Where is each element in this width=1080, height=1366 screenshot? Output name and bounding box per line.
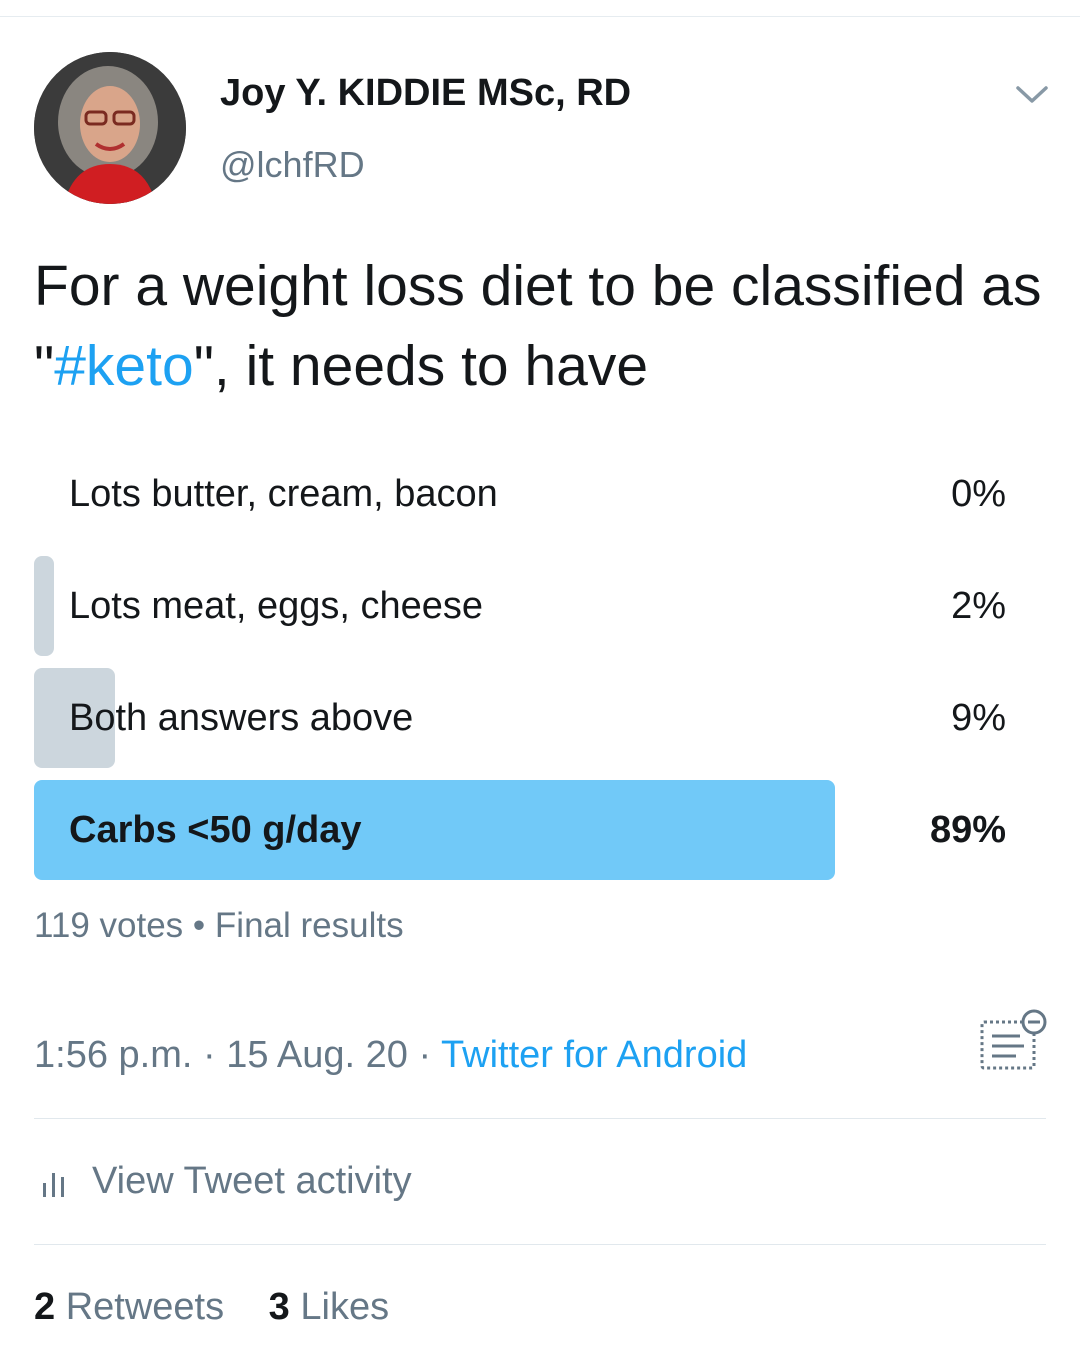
divider (34, 1244, 1046, 1245)
divider (34, 1118, 1046, 1119)
poll-option-percent: 2% (951, 585, 1006, 627)
poll-option-percent: 9% (951, 697, 1006, 739)
retweets-count: 2 (34, 1286, 56, 1328)
activity-label: View Tweet activity (92, 1160, 412, 1202)
avatar[interactable] (34, 52, 186, 204)
engagement-stats: 2 Retweets 3 Likes (34, 1286, 423, 1329)
poll-option: Lots butter, cream, bacon 0% (34, 444, 1006, 544)
likes-label: Likes (300, 1286, 390, 1328)
poll-option-winner: Carbs <50 g/day 89% (34, 780, 1006, 880)
tweet-date[interactable]: 15 Aug. 20 (226, 1034, 408, 1076)
retweets-label: Retweets (65, 1286, 225, 1328)
poll-separator: • (192, 906, 206, 945)
poll-status: Final results (214, 906, 404, 945)
hashtag-link[interactable]: #keto (54, 334, 193, 398)
chevron-down-icon[interactable] (1012, 80, 1052, 108)
tweet-time[interactable]: 1:56 p.m. (34, 1034, 192, 1076)
tweet-source-link[interactable]: Twitter for Android (441, 1034, 747, 1076)
likes-stat[interactable]: 3 Likes (269, 1286, 389, 1328)
poll-option-percent: 0% (951, 473, 1006, 515)
poll-option-label: Lots meat, eggs, cheese (69, 585, 484, 627)
poll-votes: 119 votes (34, 906, 184, 945)
poll: Lots butter, cream, bacon 0% Lots meat, … (34, 444, 1006, 892)
author-handle[interactable]: @lchfRD (220, 144, 365, 186)
author-name[interactable]: Joy Y. KIDDIE MSc, RD (220, 72, 631, 115)
poll-option-label: Both answers above (69, 697, 414, 739)
poll-option: Lots meat, eggs, cheese 2% (34, 556, 1006, 656)
poll-option-label: Lots butter, cream, bacon (69, 473, 498, 515)
tweet-text-after: ", it needs to have (193, 334, 649, 398)
tweet-text: For a weight loss diet to be classified … (34, 246, 1054, 406)
poll-option-bar (34, 556, 54, 656)
retweets-stat[interactable]: 2 Retweets (34, 1286, 224, 1328)
poll-option: Both answers above 9% (34, 668, 1006, 768)
top-divider (0, 16, 1080, 17)
bar-chart-icon (43, 1172, 64, 1197)
meta-separator: · (418, 1034, 432, 1076)
notes-icon[interactable] (978, 1008, 1048, 1074)
meta-separator: · (202, 1034, 216, 1076)
poll-summary: 119 votes • Final results (34, 906, 404, 946)
view-tweet-activity-link[interactable]: View Tweet activity (34, 1160, 412, 1203)
poll-option-label: Carbs <50 g/day (69, 809, 362, 851)
tweet-meta: 1:56 p.m. · 15 Aug. 20 · Twitter for And… (34, 1034, 747, 1077)
poll-option-percent: 89% (929, 809, 1006, 851)
likes-count: 3 (268, 1286, 290, 1328)
